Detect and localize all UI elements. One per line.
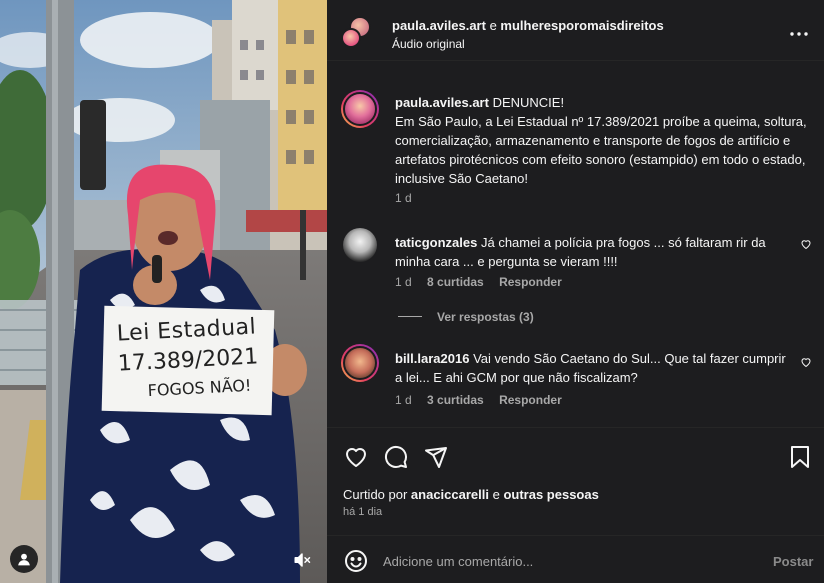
caption-body: Em São Paulo, a Lei Estadual nº 17.389/2… bbox=[395, 114, 807, 186]
post-button[interactable]: Postar bbox=[773, 554, 813, 569]
header-user-2[interactable]: mulheresporomaisdireitos bbox=[500, 18, 663, 33]
header-usernames: paula.aviles.art e mulheresporomaisdirei… bbox=[392, 18, 664, 33]
share-icon[interactable] bbox=[424, 445, 448, 469]
bookmark-icon[interactable] bbox=[789, 445, 811, 469]
comment-icon[interactable] bbox=[384, 445, 408, 469]
liked-by-prefix: Curtido por bbox=[343, 487, 411, 502]
liked-by-others[interactable]: outras pessoas bbox=[503, 487, 598, 502]
caption: paula.aviles.art DENUNCIE! Em São Paulo,… bbox=[395, 93, 815, 188]
comment-likes[interactable]: 8 curtidas bbox=[427, 275, 484, 289]
heart-icon[interactable] bbox=[800, 356, 812, 368]
muted-icon[interactable] bbox=[289, 547, 315, 573]
reply-button[interactable]: Responder bbox=[499, 275, 562, 289]
protest-sign-text: Lei Estadual 17.389/2021 FOGOS NÃO! bbox=[106, 312, 270, 406]
post-modal: Lei Estadual 17.389/2021 FOGOS NÃO! paul… bbox=[0, 0, 824, 583]
heart-icon[interactable] bbox=[344, 445, 368, 469]
post-header: paula.aviles.art e mulheresporomaisdirei… bbox=[327, 0, 824, 60]
comment-text: taticgonzales Já chamei a polícia pra fo… bbox=[395, 233, 790, 271]
replies-line bbox=[398, 316, 422, 317]
post-details-panel: paula.aviles.art e mulheresporomaisdirei… bbox=[327, 0, 824, 583]
video-frame bbox=[0, 0, 327, 583]
comment-avatar[interactable] bbox=[341, 344, 379, 382]
comment-time[interactable]: 1 d bbox=[395, 393, 412, 407]
caption-username[interactable]: paula.aviles.art bbox=[395, 95, 489, 110]
comment-avatar[interactable] bbox=[343, 228, 377, 262]
liked-by-conj: e bbox=[488, 487, 504, 502]
liked-by: Curtido por anaciccarelli e outras pesso… bbox=[343, 487, 599, 502]
comment-input[interactable] bbox=[383, 548, 753, 574]
composer-divider bbox=[327, 535, 824, 536]
avatar-author[interactable] bbox=[341, 28, 361, 48]
liked-by-user[interactable]: anaciccarelli bbox=[411, 487, 489, 502]
reply-button[interactable]: Responder bbox=[499, 393, 562, 407]
header-divider bbox=[327, 60, 824, 61]
more-icon[interactable] bbox=[789, 24, 809, 44]
comment-time[interactable]: 1 d bbox=[395, 275, 412, 289]
comment-likes[interactable]: 3 curtidas bbox=[427, 393, 484, 407]
comment-username[interactable]: taticgonzales bbox=[395, 235, 477, 250]
heart-icon[interactable] bbox=[800, 238, 812, 250]
caption-headline: DENUNCIE! bbox=[488, 95, 565, 110]
header-conjunction: e bbox=[485, 18, 501, 33]
caption-time[interactable]: 1 d bbox=[395, 191, 412, 205]
comment-meta: 1 d 3 curtidas Responder bbox=[395, 393, 562, 407]
comment-meta: 1 d 8 curtidas Responder bbox=[395, 275, 562, 289]
comment-text: bill.lara2016 Vai vendo São Caetano do S… bbox=[395, 349, 790, 387]
post-media[interactable]: Lei Estadual 17.389/2021 FOGOS NÃO! bbox=[0, 0, 327, 583]
emoji-icon[interactable] bbox=[344, 549, 368, 573]
actions-divider bbox=[327, 427, 824, 428]
comment-username[interactable]: bill.lara2016 bbox=[395, 351, 469, 366]
header-user-1[interactable]: paula.aviles.art bbox=[392, 18, 486, 33]
audio-label[interactable]: Áudio original bbox=[392, 37, 465, 51]
post-time[interactable]: há 1 dia bbox=[343, 506, 382, 518]
user-tag-icon[interactable] bbox=[10, 545, 38, 573]
view-replies-button[interactable]: Ver respostas (3) bbox=[437, 310, 534, 324]
caption-avatar[interactable] bbox=[341, 90, 379, 128]
